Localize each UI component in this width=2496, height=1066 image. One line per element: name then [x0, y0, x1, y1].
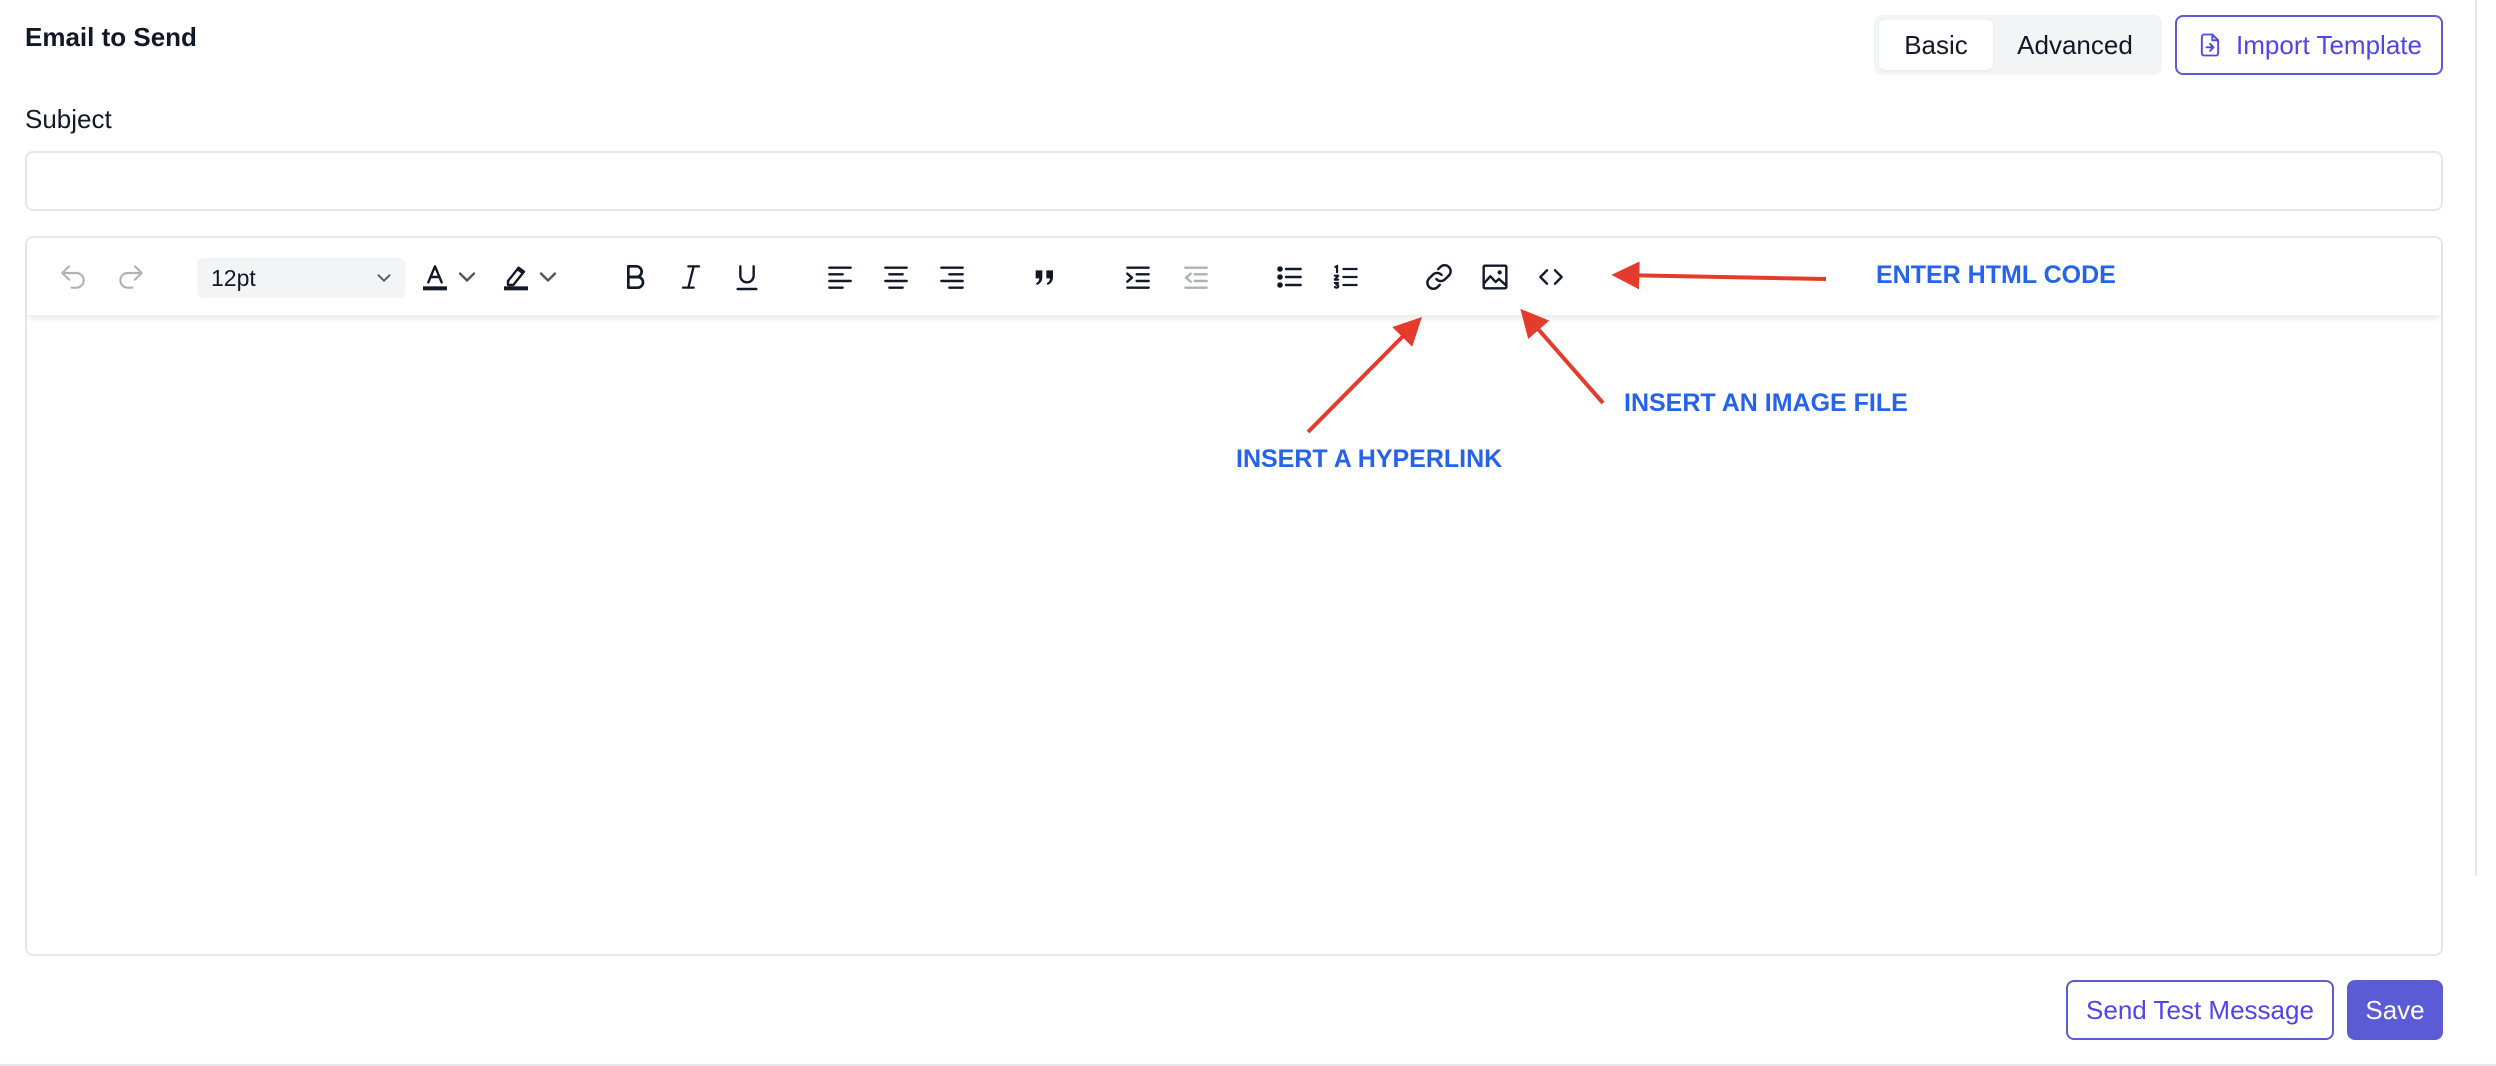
- editor-content-area[interactable]: [27, 318, 2441, 954]
- annotation-image-file: INSERT AN IMAGE FILE: [1624, 389, 1908, 417]
- underline-icon[interactable]: [728, 258, 766, 296]
- align-center-icon[interactable]: [877, 258, 915, 296]
- text-color-dropdown-icon[interactable]: [453, 258, 481, 296]
- import-template-button[interactable]: Import Template: [2175, 15, 2443, 75]
- align-right-icon[interactable]: [933, 258, 971, 296]
- undo-icon[interactable]: [54, 258, 92, 296]
- annotation-hyperlink: INSERT A HYPERLINK: [1236, 445, 1503, 473]
- align-left-icon[interactable]: [821, 258, 859, 296]
- mode-advanced-tab[interactable]: Advanced: [1993, 20, 2157, 70]
- mode-toggle: Basic Advanced: [1874, 15, 2162, 75]
- scrollbar-track: [2475, 0, 2477, 876]
- bullet-list-icon[interactable]: [1271, 258, 1309, 296]
- text-color-icon[interactable]: [416, 258, 454, 296]
- import-template-label: Import Template: [2236, 29, 2422, 60]
- subject-input[interactable]: [25, 151, 2443, 211]
- outdent-icon[interactable]: [1177, 258, 1215, 296]
- highlight-dropdown-icon[interactable]: [534, 258, 562, 296]
- section-title: Email to Send: [25, 22, 197, 52]
- redo-icon[interactable]: [112, 258, 150, 296]
- indent-icon[interactable]: [1119, 258, 1157, 296]
- subject-label: Subject: [25, 104, 112, 134]
- highlight-icon[interactable]: [497, 258, 535, 296]
- bold-icon[interactable]: [616, 258, 654, 296]
- save-button[interactable]: Save: [2347, 980, 2443, 1040]
- code-icon[interactable]: [1532, 258, 1570, 296]
- font-size-select[interactable]: 12pt: [197, 258, 405, 298]
- font-size-value: 12pt: [211, 264, 256, 291]
- numbered-list-icon[interactable]: [1327, 258, 1365, 296]
- link-icon[interactable]: [1420, 258, 1458, 296]
- mode-basic-tab[interactable]: Basic: [1879, 20, 1993, 70]
- italic-icon[interactable]: [672, 258, 710, 296]
- send-test-message-button[interactable]: Send Test Message: [2066, 980, 2334, 1040]
- blockquote-icon[interactable]: [1026, 258, 1064, 296]
- chevron-down-icon: [373, 267, 395, 289]
- rich-text-editor: 12pt: [25, 236, 2443, 956]
- image-icon[interactable]: [1476, 258, 1514, 296]
- annotation-html-code: ENTER HTML CODE: [1876, 261, 2116, 289]
- file-import-icon: [2196, 31, 2224, 59]
